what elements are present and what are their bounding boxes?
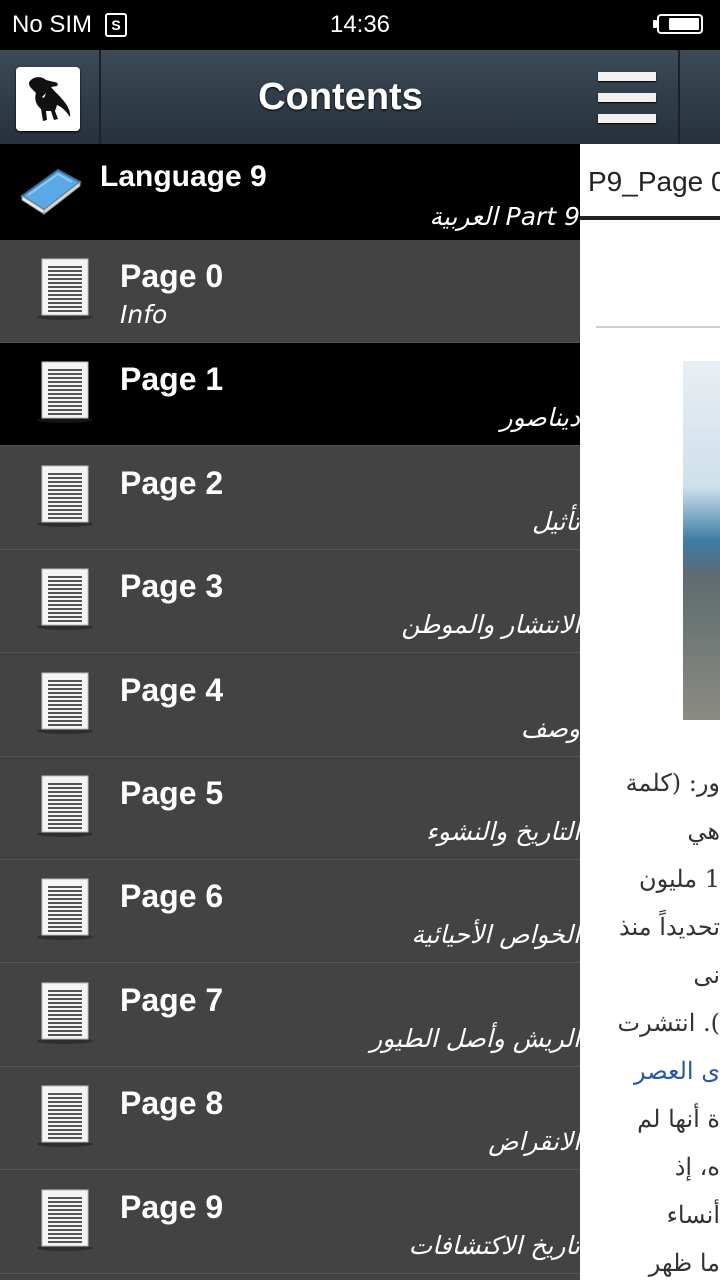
article-text-line: تحديداً منذ: [618, 913, 720, 941]
page-item-title: Page 8: [120, 1085, 224, 1122]
article-text-line: نى: [693, 961, 720, 989]
content-page: P9_Page 0 ور: (كلمة هي 1 مليون تحديداً منذ ن…: [580, 144, 720, 1280]
drawer-header: Contents: [0, 50, 580, 144]
page-list-item[interactable]: Page 3 الانتشار والموطن: [0, 550, 580, 654]
page-item-title: Page 4: [120, 671, 224, 708]
app-bar-divider: [678, 50, 680, 144]
page-item-title: Page 3: [120, 568, 224, 605]
page-list-item[interactable]: Page 5 التاريخ والنشوء: [0, 757, 580, 860]
document-icon: [36, 360, 94, 424]
content-app-bar: [580, 50, 720, 144]
document-icon: [36, 671, 94, 735]
page-item-title: Page 5: [120, 775, 224, 811]
article-text-line: ة أنها لم: [637, 1105, 720, 1133]
page-list-item[interactable]: Page 0 Info: [0, 240, 580, 343]
page-item-subtitle: ديناصور: [500, 403, 580, 433]
article-text-line: ه، إذ: [674, 1153, 720, 1181]
language-subtitle: العربية Part 9: [429, 202, 580, 231]
page-list-item[interactable]: Page 2 تأثيل: [0, 446, 580, 550]
document-icon: [36, 257, 94, 321]
page-item-title: Page 0: [120, 258, 224, 294]
page-list-item[interactable]: Page 4 وصف: [0, 653, 580, 757]
document-icon: [36, 981, 94, 1045]
article-text-line: ما ظهر: [648, 1249, 720, 1277]
menu-icon[interactable]: [598, 72, 656, 124]
language-row[interactable]: Language 9 العربية Part 9: [0, 144, 580, 241]
document-icon: [36, 774, 94, 838]
page-item-title: Page 9: [120, 1188, 224, 1225]
page-item-subtitle: الانتشار والموطن: [401, 610, 580, 640]
page-list-item[interactable]: Page 9 تاريخ الاكتشافات: [0, 1170, 580, 1274]
page-item-subtitle: تاريخ الاكتشافات: [408, 1230, 580, 1260]
page-list-item[interactable]: Page 8 الانقراض: [0, 1067, 580, 1171]
article-image: [683, 361, 720, 720]
article-text-line: هي: [687, 817, 720, 845]
drawer-title: Contents: [258, 76, 423, 118]
page-item-title: Page 7: [120, 981, 224, 1018]
dinosaur-logo-icon[interactable]: [16, 67, 80, 131]
document-icon: [36, 1188, 94, 1252]
article-text-line: 1 مليون: [639, 865, 720, 893]
page-item-subtitle: تأثيل: [531, 506, 580, 536]
content-divider: [596, 326, 720, 328]
page-item-subtitle: التاريخ والنشوء: [426, 817, 580, 846]
page-list-item[interactable]: Page 7 الريش وأصل الطيور: [0, 963, 580, 1067]
page-item-subtitle: Info: [120, 300, 168, 329]
page-list-item[interactable]: Page 1 ديناصور: [0, 343, 580, 447]
document-icon: [36, 567, 94, 631]
page-item-title: Page 1: [120, 361, 224, 398]
language-title: Language 9: [100, 160, 267, 193]
document-icon: [36, 1084, 94, 1148]
document-icon: [36, 464, 94, 528]
book-icon: [20, 168, 82, 216]
page-item-subtitle: الريش وأصل الطيور: [370, 1023, 580, 1053]
article-text-line[interactable]: ى العصر: [580, 1047, 720, 1095]
document-icon: [36, 877, 94, 941]
page-item-title: Page 2: [120, 464, 224, 501]
page-item-subtitle: الانقراض: [488, 1127, 580, 1157]
page-item-subtitle: وصف: [520, 713, 580, 743]
page-tab[interactable]: P9_Page 0: [580, 144, 720, 220]
article-text-line: ور: (كلمة: [625, 769, 720, 797]
page-list-item[interactable]: Page 6 الخواص الأحيائية: [0, 860, 580, 964]
battery-icon: [653, 14, 703, 34]
article-text: ور: (كلمة هي 1 مليون تحديداً منذ نى ). انتشرت…: [580, 759, 720, 1280]
navigation-drawer: Contents Language 9 العربية Part 9 Page …: [0, 50, 580, 1280]
status-bar: No SIM S 14:36: [0, 0, 720, 50]
page-item-title: Page 6: [120, 878, 224, 915]
page-tab-label: P9_Page 0: [588, 166, 720, 197]
page-item-subtitle: الخواص الأحيائية: [411, 920, 580, 950]
clock: 14:36: [329, 11, 391, 38]
article-text-line: أنساء: [666, 1201, 720, 1229]
article-text-line: ). انتشرت: [617, 1009, 720, 1037]
